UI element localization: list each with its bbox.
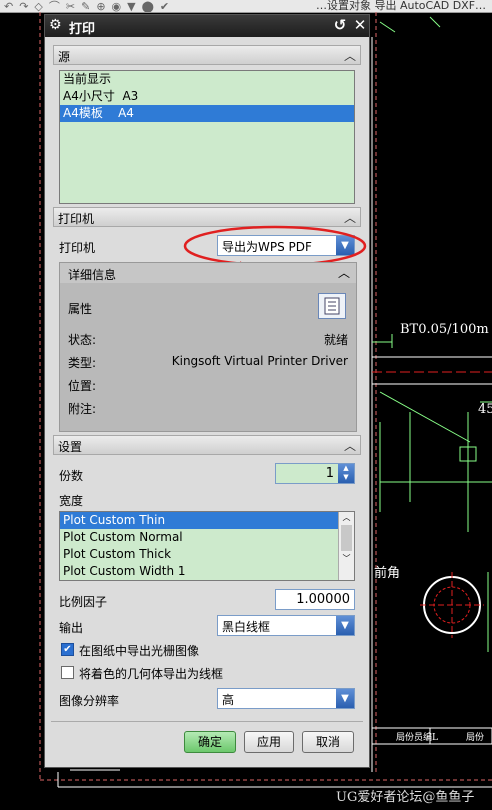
copies-stepper[interactable]: 1 ▲ ▼ — [275, 463, 355, 484]
chevron-up-icon[interactable]: ︿ — [344, 209, 356, 226]
chevron-up-icon[interactable]: ︿ — [344, 47, 356, 64]
list-icon — [324, 297, 340, 315]
chevron-up-icon[interactable]: ︿ — [339, 512, 354, 523]
resolution-value: 高 — [222, 693, 235, 707]
raster-checkbox[interactable]: ✔ — [61, 643, 74, 656]
width-label: 宽度 — [59, 494, 84, 508]
spin-arrows-icon[interactable]: ▲ ▼ — [338, 464, 354, 483]
scale-value: 1.00000 — [296, 592, 350, 607]
chevron-down-icon[interactable]: ▼ — [336, 689, 354, 708]
chevron-down-icon[interactable]: ﹀ — [339, 553, 354, 564]
section-settings-header[interactable]: 设置 ︿ — [53, 435, 361, 455]
close-icon[interactable]: ✕ — [351, 16, 369, 35]
details-panel: 详细信息 ︿ 属性 状态: 就绪 类型: Kingsoft Virtual Pr… — [59, 262, 357, 432]
dialog-titlebar: ⚙ 打印 ↺ ✕ — [45, 15, 369, 37]
list-item[interactable]: Plot Custom Thick — [60, 546, 338, 563]
properties-label: 属性 — [68, 302, 93, 316]
wireframe-checkbox-label: 将着色的几何体导出为线框 — [79, 667, 224, 681]
type-label: 类型: — [68, 356, 97, 370]
scrollbar[interactable]: ︿ ﹀ — [338, 512, 354, 580]
dialog-title: 打印 — [69, 22, 96, 37]
list-item-selected[interactable]: Plot Custom Thin — [60, 512, 338, 529]
details-header[interactable]: 详细信息 ︿ — [60, 263, 356, 283]
resolution-select[interactable]: 高 ▼ — [217, 688, 355, 709]
reset-icon[interactable]: ↺ — [331, 16, 349, 35]
apply-button[interactable]: 应用 — [244, 731, 294, 753]
list-item[interactable]: Plot Custom Normal — [60, 529, 338, 546]
scale-input[interactable]: 1.00000 — [275, 589, 355, 610]
section-title: 打印机 — [58, 212, 95, 226]
list-item[interactable]: 当前显示 — [60, 71, 354, 88]
tolerance-label: BT0.05/100m — [400, 322, 489, 337]
cancel-button[interactable]: 取消 — [302, 731, 354, 753]
table-cell: 局份 — [466, 733, 485, 743]
copies-value: 1 — [325, 466, 334, 481]
taper-line — [379, 391, 471, 443]
comment-label: 附注: — [68, 402, 97, 416]
status-label: 状态: — [68, 333, 97, 347]
angle-label: 45 — [478, 402, 492, 417]
section-printer-header[interactable]: 打印机 ︿ — [53, 207, 361, 227]
output-value: 黑白线框 — [222, 620, 271, 634]
list-item-selected[interactable]: A4模板 A4 — [60, 105, 354, 122]
list-item[interactable]: Plot Custom Width 1 — [60, 563, 338, 580]
type-value: Kingsoft Virtual Printer Driver — [171, 354, 348, 368]
section-source-header[interactable]: 源 ︿ — [53, 45, 361, 65]
wireframe-checkbox[interactable] — [61, 666, 74, 679]
chamfer-label: 前角 — [374, 566, 401, 581]
raster-checkbox-label: 在图纸中导出光栅图像 — [79, 644, 200, 658]
copies-label: 份数 — [59, 469, 84, 483]
print-dialog: ⚙ 打印 ↺ ✕ 源 ︿ 当前显示 A4小尺寸 A3 A4模板 A4 打印机 ︿… — [44, 14, 370, 768]
watermark: UG爱好者论坛@鱼鱼子 — [336, 790, 475, 805]
list-item[interactable]: A4小尺寸 A3 — [60, 88, 354, 105]
source-list[interactable]: 当前显示 A4小尺寸 A3 A4模板 A4 — [59, 70, 355, 204]
scale-label: 比例因子 — [59, 595, 108, 609]
section-title: 设置 — [58, 440, 83, 454]
properties-button[interactable] — [318, 293, 346, 319]
scroll-thumb[interactable] — [341, 525, 352, 551]
chevron-up-icon[interactable]: ︿ — [338, 264, 350, 281]
chevron-down-icon[interactable]: ▼ — [336, 616, 354, 635]
divider — [51, 721, 363, 722]
dialog-body: 源 ︿ 当前显示 A4小尺寸 A3 A4模板 A4 打印机 ︿ 打印机 导出为W… — [45, 37, 369, 767]
status-value: 就绪 — [323, 333, 348, 347]
width-list[interactable]: Plot Custom Thin Plot Custom Normal Plot… — [59, 511, 355, 581]
output-select[interactable]: 黑白线框 ▼ — [217, 615, 355, 636]
details-title: 详细信息 — [68, 268, 117, 282]
table-cell: 局份员编L — [396, 733, 438, 743]
ok-button[interactable]: 确定 — [184, 731, 236, 753]
gear-icon[interactable]: ⚙ — [49, 17, 62, 33]
location-label: 位置: — [68, 379, 97, 393]
chevron-up-icon[interactable]: ︿ — [344, 437, 356, 454]
printer-label: 打印机 — [59, 241, 96, 255]
output-label: 输出 — [59, 621, 84, 635]
resolution-label: 图像分辨率 — [59, 694, 120, 708]
section-title: 源 — [58, 50, 71, 64]
